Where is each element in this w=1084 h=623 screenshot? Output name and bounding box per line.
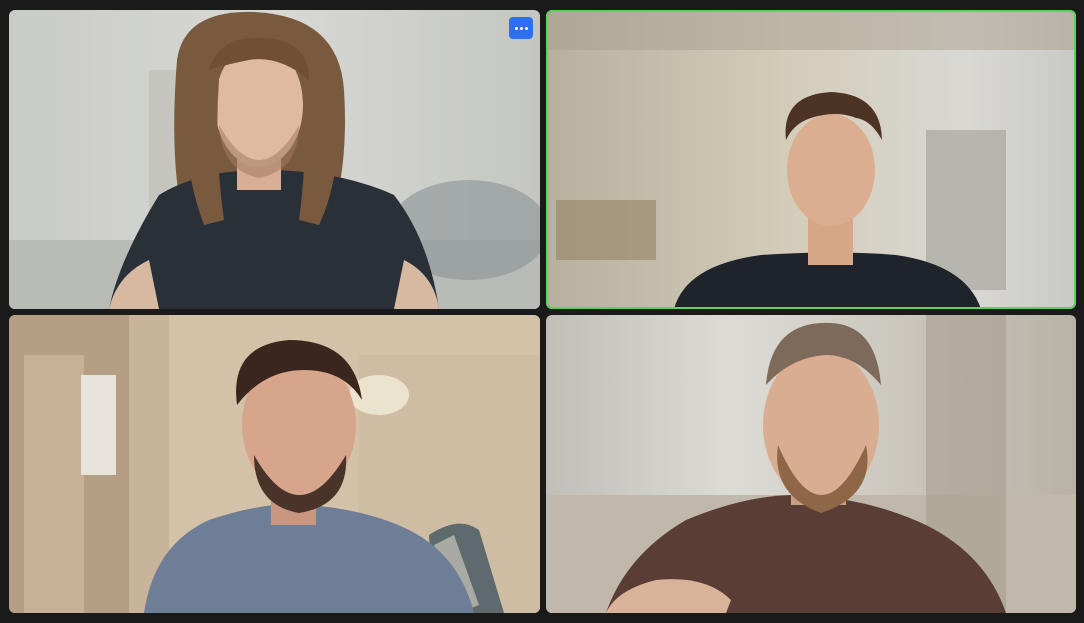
participant-video-tile[interactable] [546,10,1076,309]
ellipsis-icon-dot [519,26,523,30]
participant-video-tile[interactable] [9,10,540,309]
participant-video-tile[interactable] [9,315,540,613]
participant-video-feed [546,10,1076,309]
more-options-button[interactable] [509,17,533,39]
video-gallery [0,0,1084,623]
participant-video-tile[interactable] [546,315,1076,613]
participant-video-feed [9,315,540,613]
participant-video-feed [9,10,540,309]
ellipsis-icon-dot [514,26,518,30]
participant-video-feed [546,315,1076,613]
ellipsis-icon-dot [524,26,528,30]
